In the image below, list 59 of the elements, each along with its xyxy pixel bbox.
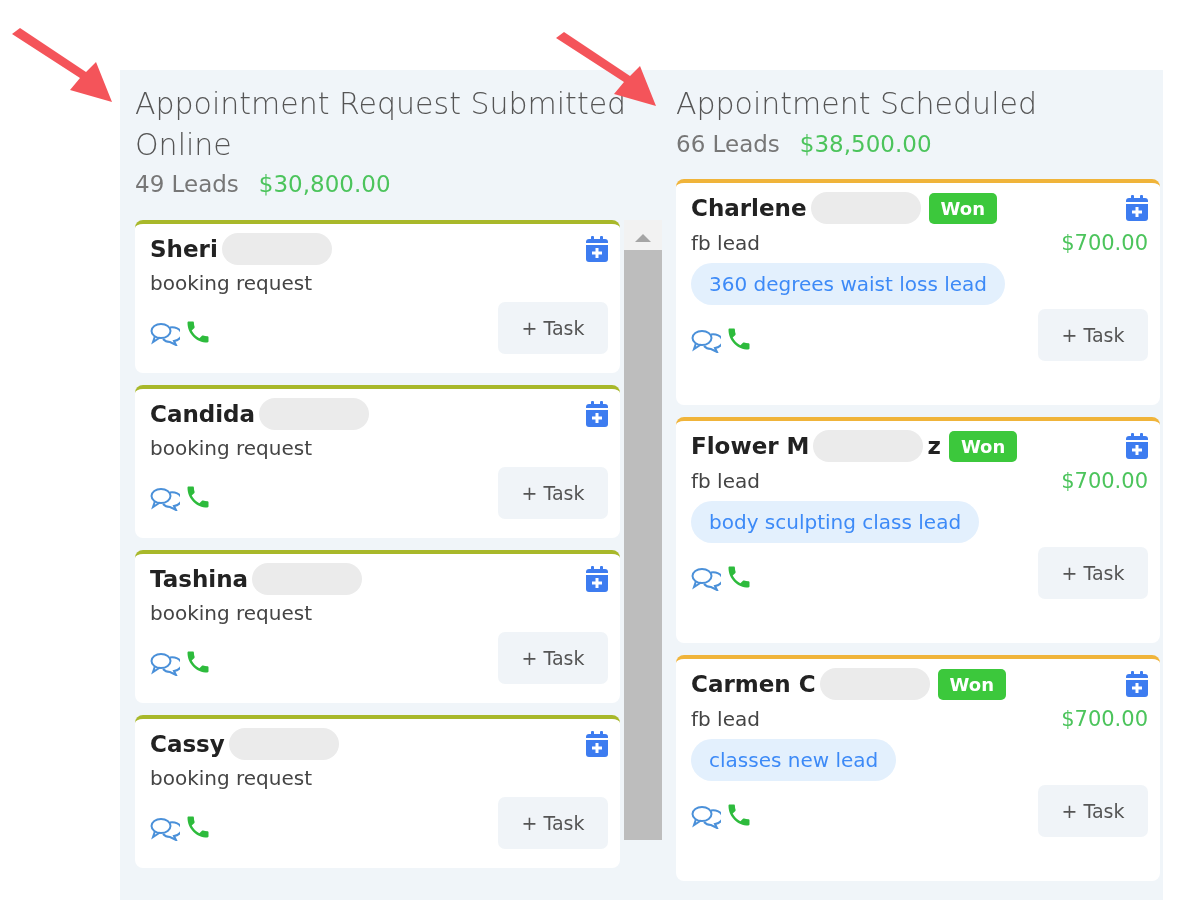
- chat-icon[interactable]: [150, 817, 180, 841]
- add-task-button[interactable]: + Task: [1038, 547, 1148, 599]
- calendar-add-icon[interactable]: [1126, 671, 1148, 698]
- calendar-add-icon[interactable]: [586, 235, 608, 262]
- lead-card[interactable]: Sheri booking request + Task: [135, 219, 620, 373]
- lead-source: fb lead: [691, 705, 760, 733]
- lead-source: fb lead: [691, 467, 760, 495]
- lead-card[interactable]: Charlene Won fb lead $700.00 360 degrees waist loss lead + Task: [676, 179, 1160, 405]
- add-task-button[interactable]: + Task: [1038, 785, 1148, 837]
- lead-card[interactable]: Flower M z Won fb lead $700.00 body sculpting class lead + Task: [676, 417, 1160, 643]
- lead-value: $700.00: [1061, 467, 1148, 495]
- lead-count: 49 Leads: [135, 170, 239, 199]
- column-total: $30,800.00: [258, 170, 391, 199]
- calendar-add-icon[interactable]: [1126, 195, 1148, 222]
- lead-name: z: [927, 432, 941, 461]
- chat-icon[interactable]: [150, 652, 180, 676]
- calendar-add-icon[interactable]: [586, 400, 608, 427]
- add-task-button[interactable]: + Task: [498, 302, 608, 354]
- chat-icon[interactable]: [150, 487, 180, 511]
- chat-icon[interactable]: [691, 567, 721, 591]
- lead-source: booking request: [150, 270, 313, 297]
- lead-name[interactable]: Candida: [150, 396, 256, 431]
- lead-name[interactable]: Charlene: [691, 191, 807, 226]
- lead-name[interactable]: Tashina: [150, 561, 249, 596]
- column-title: Appointment Scheduled: [676, 85, 1038, 123]
- calendar-add-icon[interactable]: [586, 730, 608, 757]
- lead-source: booking request: [150, 435, 313, 462]
- lead-value: $700.00: [1061, 705, 1148, 733]
- add-task-button[interactable]: + Task: [498, 632, 608, 684]
- lead-value: $700.00: [1061, 229, 1148, 257]
- add-task-button[interactable]: + Task: [498, 797, 608, 849]
- status-badge: Won: [937, 668, 1006, 700]
- calendar-add-icon[interactable]: [1126, 433, 1148, 460]
- chat-icon[interactable]: [150, 322, 180, 346]
- lead-card[interactable]: Tashina booking request + Task: [135, 549, 620, 703]
- lead-source: fb lead: [691, 229, 760, 257]
- lead-source: booking request: [150, 765, 313, 792]
- add-task-button[interactable]: + Task: [498, 467, 608, 519]
- add-task-button[interactable]: + Task: [1038, 309, 1148, 361]
- chat-icon[interactable]: [691, 329, 721, 353]
- status-badge: Won: [928, 192, 997, 224]
- lead-card[interactable]: Candida booking request + Task: [135, 384, 620, 538]
- lead-tag: body sculpting class lead: [691, 501, 980, 543]
- lead-card[interactable]: Cassy booking request + Task: [135, 714, 620, 868]
- lead-name[interactable]: Cassy: [150, 726, 225, 761]
- lead-count: 66 Leads: [676, 129, 780, 159]
- lead-name[interactable]: Flower M: [691, 429, 810, 464]
- lead-card[interactable]: Carmen C Won fb lead $700.00 classes new lead + Task: [676, 655, 1160, 881]
- lead-name[interactable]: Sheri: [150, 231, 218, 266]
- column-title: Appointment Request Submitted Online: [135, 85, 628, 164]
- lead-name[interactable]: Carmen C: [691, 667, 816, 702]
- calendar-add-icon[interactable]: [586, 565, 608, 592]
- scrollbar[interactable]: [624, 219, 662, 840]
- column-total: $38,500.00: [799, 129, 932, 159]
- lead-tag: classes new lead: [691, 739, 897, 781]
- lead-source: booking request: [150, 600, 313, 627]
- chat-icon[interactable]: [691, 805, 721, 829]
- lead-tag: 360 degrees waist loss lead: [691, 263, 1005, 305]
- status-badge: Won: [948, 430, 1018, 462]
